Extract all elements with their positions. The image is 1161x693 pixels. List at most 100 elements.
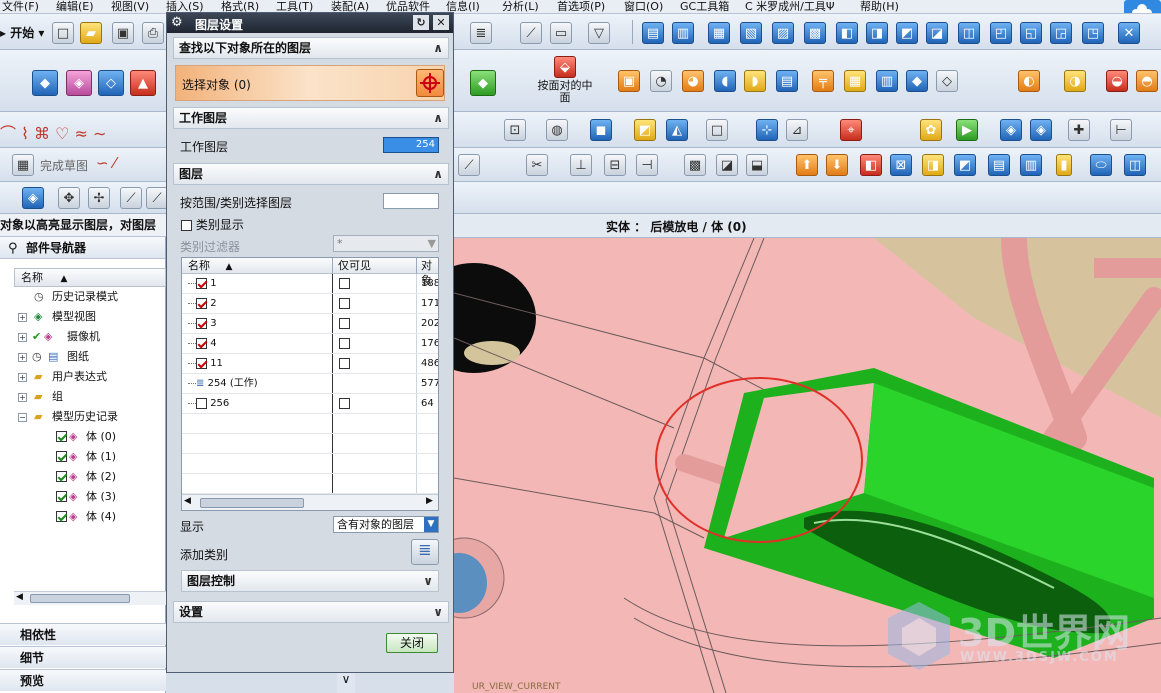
category-display-checkbox[interactable]: 类别显示 (181, 216, 244, 233)
nav-row-camera[interactable]: + ✔ ◈ 摄像机 (14, 327, 166, 347)
layer-checkbox[interactable] (196, 337, 207, 349)
panel-details[interactable]: 细节 (0, 646, 166, 668)
green-solid-icon[interactable]: ◆ (470, 70, 496, 96)
mold-c-icon[interactable]: ◕ (682, 70, 704, 92)
table-row[interactable]: ≣ 254 (工作) 577 (182, 374, 438, 394)
display-select[interactable]: 含有对象的图层 ▼ (333, 516, 439, 533)
section-find-header[interactable]: 查找以下对象所在的图层 ∧ (173, 37, 449, 59)
move-icon[interactable]: ◈ (1000, 119, 1022, 141)
open-folder-icon[interactable]: ▰ (80, 22, 102, 44)
sync-b-icon[interactable]: ◪ (716, 154, 738, 176)
rotate-view-icon[interactable]: ◍ (546, 119, 568, 141)
table-row[interactable]: 11 486 (182, 354, 438, 374)
tool-g-icon[interactable]: ◧ (836, 22, 858, 44)
nav-row-model-history[interactable]: − ▰ 模型历史记录 (14, 407, 166, 427)
extrude-icon[interactable]: ▲ (130, 70, 156, 96)
finish-sketch-button[interactable]: 完成草图 (40, 157, 88, 174)
expand-icon[interactable]: + (18, 333, 27, 342)
add-category-button[interactable]: ≣ (411, 539, 439, 565)
sync-a-icon[interactable]: ▩ (684, 154, 706, 176)
menu-analysis[interactable]: 分析(L) (502, 0, 539, 13)
layer-control-header[interactable]: 图层控制 ∨ (181, 570, 439, 592)
visible-only-checkbox[interactable] (339, 338, 350, 349)
scroll-right-icon[interactable]: ▶ (426, 496, 433, 506)
expand-icon[interactable]: + (18, 373, 27, 382)
trim-icon[interactable]: ✂ (526, 154, 548, 176)
nav-row-groups[interactable]: + ▰ 组 (14, 387, 166, 407)
body-checkbox[interactable] (56, 511, 67, 522)
layer-checkbox[interactable] (196, 297, 207, 309)
table-hscrollbar[interactable]: ◀ ▶ (182, 494, 438, 510)
tool-o-icon[interactable]: ◳ (1082, 22, 1104, 44)
tool-p-icon[interactable]: ✕ (1118, 22, 1140, 44)
shaded-block-icon[interactable]: ◈ (66, 70, 92, 96)
select-icon[interactable]: ▭ (550, 22, 572, 44)
tool-j-icon[interactable]: ◪ (926, 22, 948, 44)
nav-row-body-4[interactable]: ◈ 体 (4) (14, 507, 166, 527)
solid-b-icon[interactable]: ◫ (1124, 154, 1146, 176)
sketch-curve-icon[interactable]: ∽ ⁄ (96, 154, 116, 172)
drag-handle-icon[interactable]: ✢ (88, 187, 110, 209)
new-file-icon[interactable]: □ (52, 22, 74, 44)
mold-i-icon[interactable]: ▥ (876, 70, 898, 92)
tool-d-icon[interactable]: ▧ (740, 22, 762, 44)
section-view-icon[interactable]: ◭ (666, 119, 688, 141)
nav-row-body-0[interactable]: ◈ 体 (0) (14, 427, 166, 447)
expand-icon[interactable]: + (18, 393, 27, 402)
navigator-column-header[interactable]: 名称 ▲ (14, 268, 166, 287)
menu-gc-toolbox[interactable]: GC工具箱 (680, 0, 729, 13)
select-object-row[interactable]: 选择对象 (0) (175, 65, 445, 101)
tool-a-icon[interactable]: ▤ (642, 22, 664, 44)
work-layer-field[interactable]: 254 (383, 137, 439, 153)
mold-l-icon[interactable]: ◐ (1018, 70, 1040, 92)
table-row[interactable]: 3 202 (182, 314, 438, 334)
pattern-icon[interactable]: ⊣ (636, 154, 658, 176)
mold-o-icon[interactable]: ◓ (1136, 70, 1158, 92)
col-header-name[interactable]: 名称 ▲ (188, 258, 232, 275)
scroll-thumb[interactable] (200, 498, 304, 508)
nav-row-drawings[interactable]: + ◷ ▤ 图纸 (14, 347, 166, 367)
tool-n-icon[interactable]: ◲ (1050, 22, 1072, 44)
csys-icon[interactable]: ⊹ (756, 119, 778, 141)
mold-d-icon[interactable]: ◖ (714, 70, 736, 92)
nav-row-body-3[interactable]: ◈ 体 (3) (14, 487, 166, 507)
cylinder-icon[interactable]: ▮ (1056, 154, 1072, 176)
center-face-button[interactable]: ⬙ 按面对的中面 (534, 56, 596, 110)
blend-face-icon[interactable]: ◨ (922, 154, 944, 176)
scroll-thumb[interactable] (30, 594, 130, 603)
shape-studio-icon[interactable]: ◆ (32, 70, 58, 96)
move-handle-icon[interactable]: ✥ (58, 187, 80, 209)
crosshair-icon[interactable] (416, 69, 444, 97)
push-face-icon[interactable]: ⬇ (826, 154, 848, 176)
body-checkbox[interactable] (56, 431, 67, 442)
pull-face-icon[interactable]: ⬆ (796, 154, 818, 176)
tool-k-icon[interactable]: ◫ (958, 22, 980, 44)
mold-f-icon[interactable]: ▤ (776, 70, 798, 92)
mold-m-icon[interactable]: ◑ (1064, 70, 1086, 92)
visible-only-checkbox[interactable] (339, 358, 350, 369)
layer-checkbox[interactable] (196, 397, 207, 409)
body-checkbox[interactable] (56, 451, 67, 462)
wcs-icon[interactable]: ⌖ (840, 119, 862, 141)
layer-checkbox[interactable] (196, 357, 207, 369)
arc-tool-icon[interactable]: ⌒ ⌇ ⌘ ♡ ≈ ∼ (0, 120, 106, 144)
tool-h-icon[interactable]: ◨ (866, 22, 888, 44)
body-checkbox[interactable] (56, 491, 67, 502)
menu-file[interactable]: 文件(F) (2, 0, 39, 13)
tool-e-icon[interactable]: ▨ (772, 22, 794, 44)
menu-window[interactable]: 窗口(O) (624, 0, 663, 13)
polyline-icon[interactable]: ⟋ (146, 187, 168, 209)
mold-n-icon[interactable]: ◒ (1106, 70, 1128, 92)
mold-k-icon[interactable]: ◇ (936, 70, 958, 92)
table-row[interactable]: 1 188 (182, 274, 438, 294)
tool-l-icon[interactable]: ◰ (990, 22, 1012, 44)
visible-only-checkbox[interactable] (339, 298, 350, 309)
snap-icon[interactable]: ⟋ (520, 22, 542, 44)
close-icon[interactable]: ✕ (433, 15, 449, 30)
visible-only-checkbox[interactable] (339, 318, 350, 329)
abs-b-icon[interactable]: ▥ (1020, 154, 1042, 176)
tool-b-icon[interactable]: ▥ (672, 22, 694, 44)
ruler-icon[interactable]: ⊢ (1110, 119, 1132, 141)
fit-view-icon[interactable]: ⊡ (504, 119, 526, 141)
assembly-icon[interactable]: ✿ (920, 119, 942, 141)
